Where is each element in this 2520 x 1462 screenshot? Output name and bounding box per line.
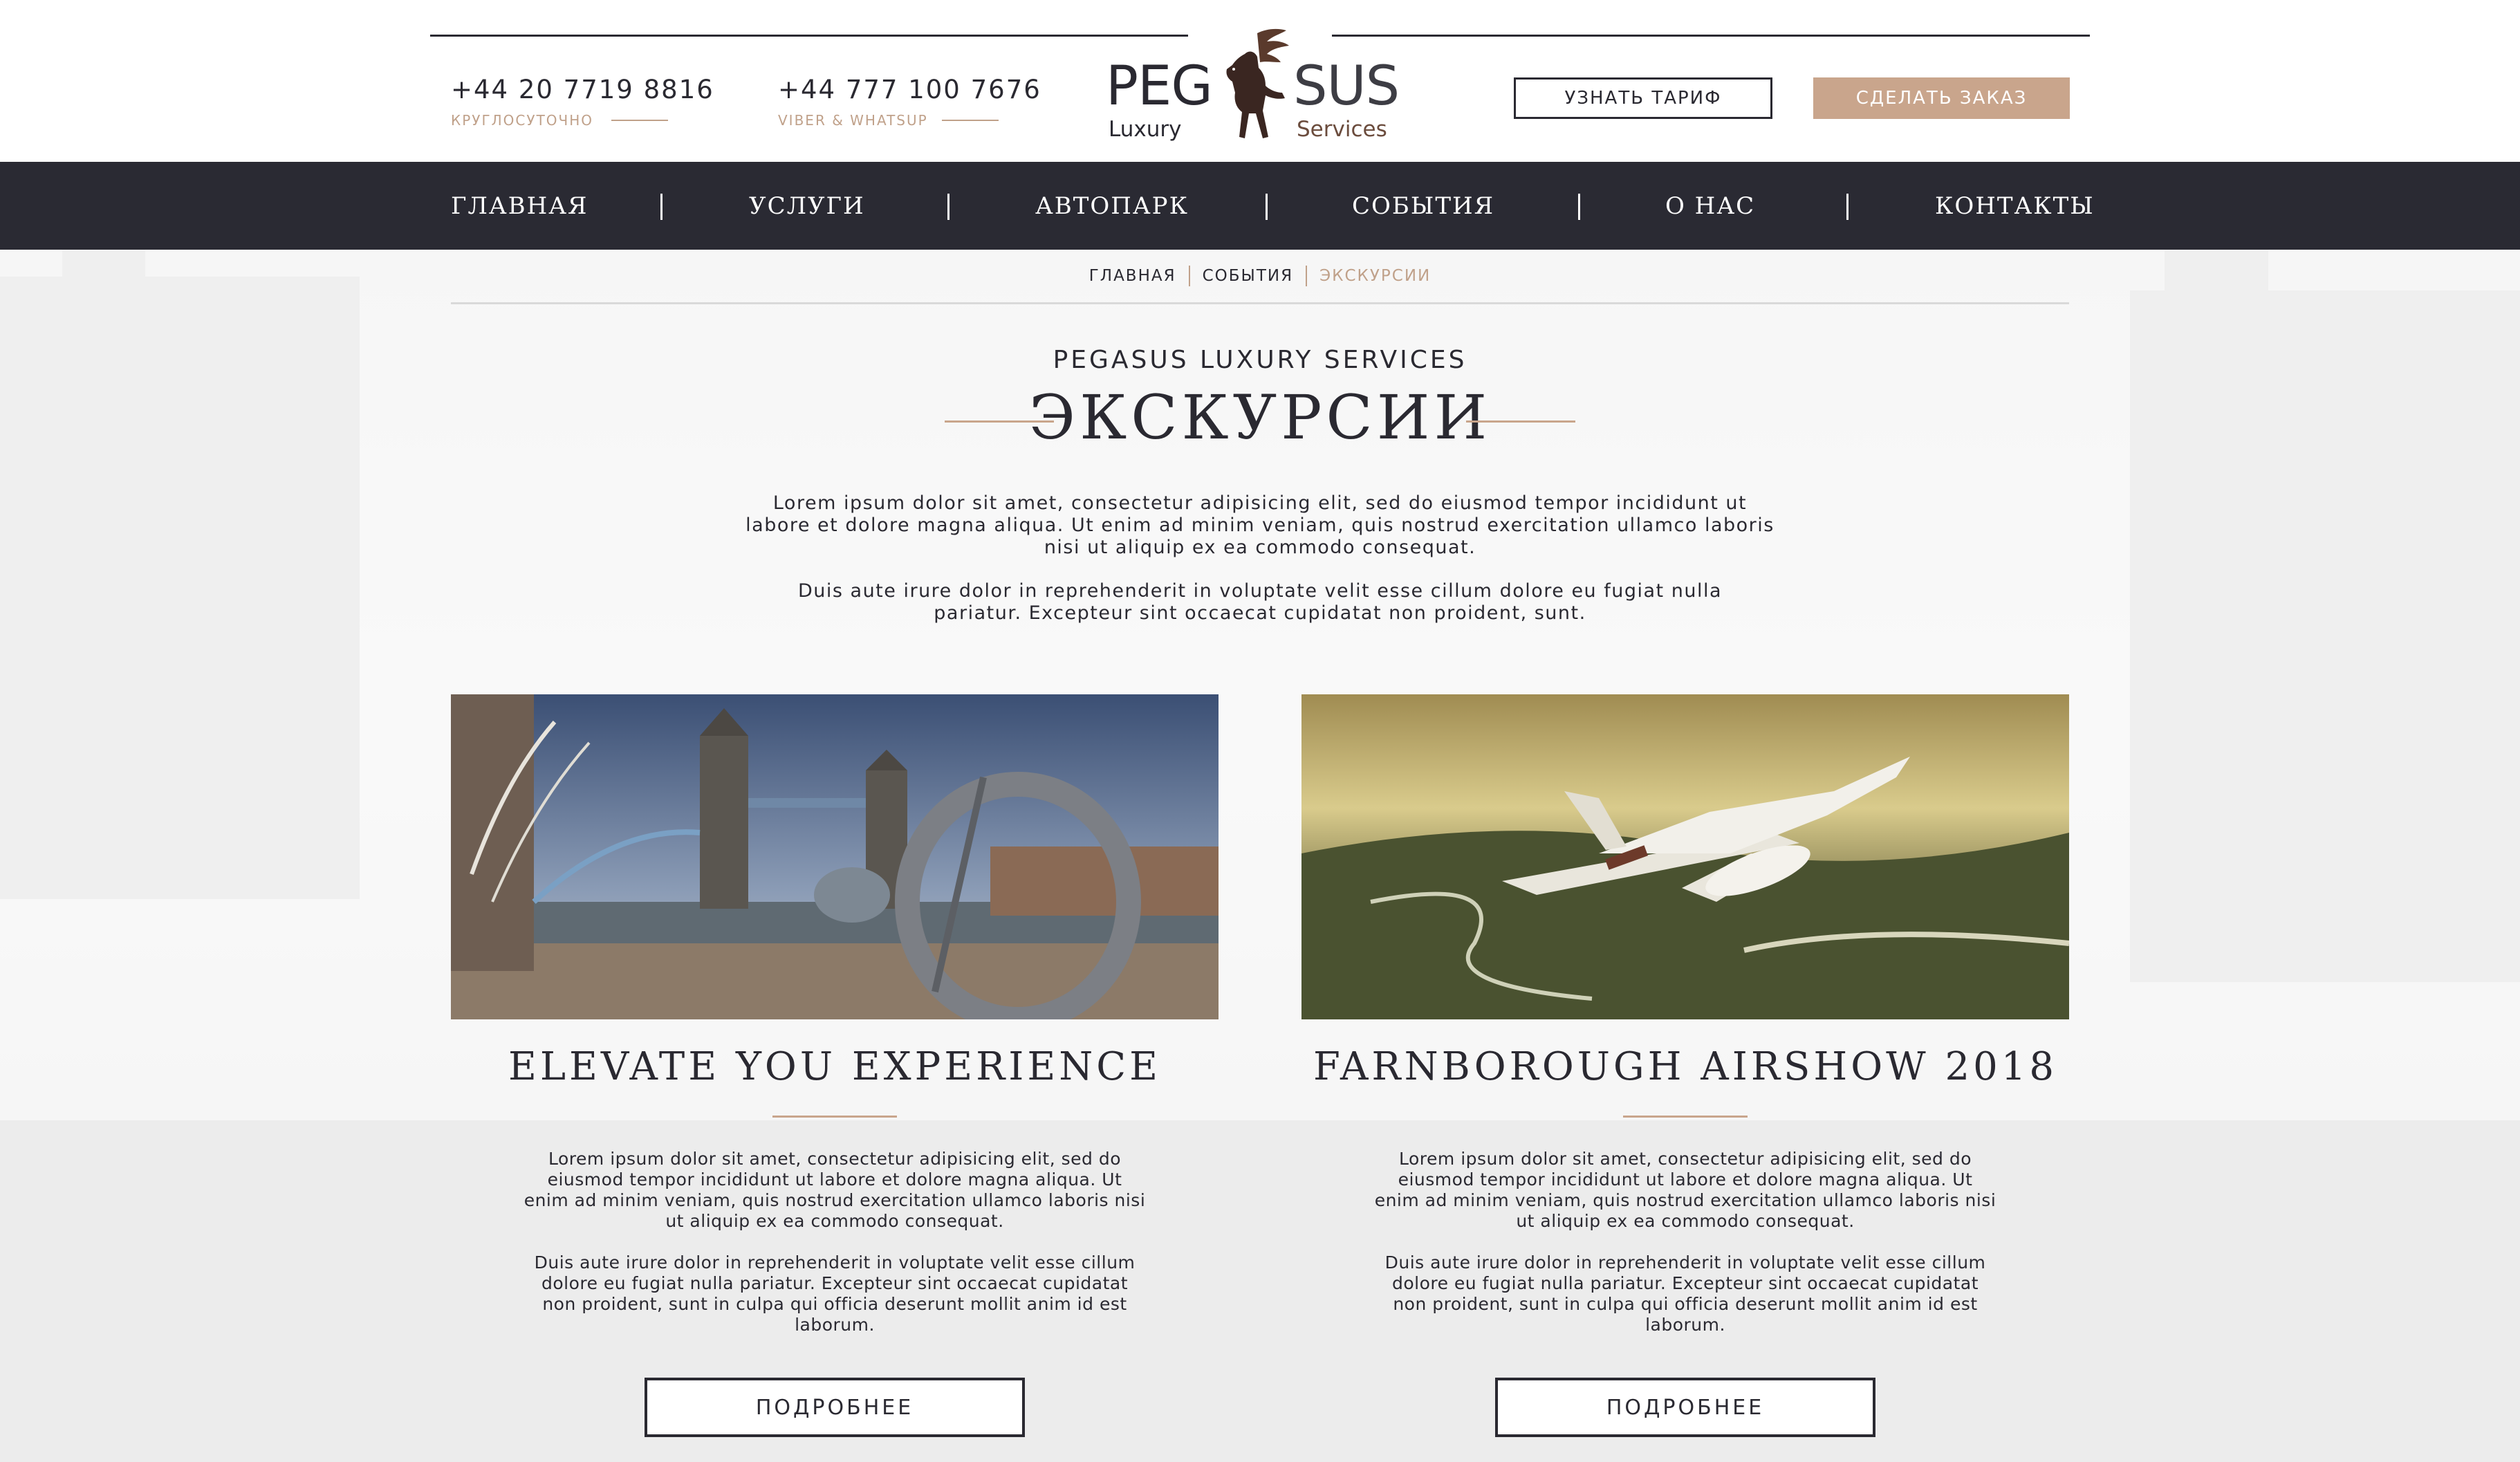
title-rule-left <box>945 420 1054 423</box>
details-button[interactable]: ПОДРОБНЕЕ <box>645 1378 1025 1437</box>
nav-item-events[interactable]: СОБЫТИЯ <box>1352 162 1494 250</box>
nav-divider <box>1266 194 1268 220</box>
phone-number-1[interactable]: +44 20 7719 8816 <box>451 75 714 104</box>
card-text-paragraph-1: Lorem ipsum dolor sit amet, consectetur … <box>524 1149 1146 1231</box>
phone-caption-1: КРУГЛОСУТОЧНО <box>451 112 594 129</box>
breadcrumb-home[interactable]: ГЛАВНАЯ <box>1077 267 1189 285</box>
breadcrumb-events[interactable]: СОБЫТИЯ <box>1190 267 1306 285</box>
top-rule-left <box>430 35 1188 37</box>
title-rule-right <box>1466 420 1575 423</box>
breadcrumb: ГЛАВНАЯ СОБЫТИЯ ЭКСКУРСИИ <box>0 266 2520 286</box>
page-intro-paragraph-2: Duis aute irure dolor in reprehenderit i… <box>797 580 1723 624</box>
card-text-paragraph-2: Duis aute irure dolor in reprehenderit i… <box>534 1252 1136 1335</box>
place-order-button[interactable]: СДЕЛАТЬ ЗАКАЗ <box>1813 77 2070 119</box>
nav-divider <box>660 194 663 220</box>
breadcrumb-rule <box>451 302 2069 304</box>
nav-item-home[interactable]: ГЛАВНАЯ <box>451 162 588 250</box>
phone-number-2[interactable]: +44 777 100 7676 <box>778 75 1041 104</box>
page-intro-paragraph-1: Lorem ipsum dolor sit amet, consectetur … <box>745 492 1775 558</box>
nav-item-services[interactable]: УСЛУГИ <box>749 162 865 250</box>
phone-caption-rule <box>942 120 999 121</box>
airshow-plane-photo[interactable] <box>1301 694 2069 1019</box>
card-title-rule <box>1623 1116 1748 1118</box>
nav-divider <box>1578 194 1580 220</box>
logo-sub-left: Luxury <box>1109 117 1182 142</box>
phone-caption-2: VIBER & WHATSUP <box>778 112 928 129</box>
nav-divider <box>947 194 949 220</box>
card-title: FARNBOROUGH AIRSHOW 2018 <box>1313 1044 2058 1089</box>
page-eyebrow: PEGASUS LUXURY SERVICES <box>1053 346 1467 374</box>
page-title: ЭКСКУРСИИ <box>1028 382 1492 453</box>
phone-caption-rule <box>611 120 668 121</box>
nav-divider <box>1846 194 1849 220</box>
logo-word-right: SUS <box>1293 55 1400 118</box>
pegasus-horse-icon <box>1226 28 1289 138</box>
card-text-paragraph-1: Lorem ipsum dolor sit amet, consectetur … <box>1374 1149 1996 1231</box>
nav-item-contacts[interactable]: КОНТАКТЫ <box>1935 162 2095 250</box>
nav-item-about[interactable]: О НАС <box>1665 162 1755 250</box>
main-nav: ГЛАВНАЯ УСЛУГИ АВТОПАРК СОБЫТИЯ О НАС КО… <box>0 162 2520 250</box>
get-tariff-button[interactable]: УЗНАТЬ ТАРИФ <box>1514 77 1772 119</box>
logo-sub-right: Services <box>1297 117 1387 142</box>
details-button[interactable]: ПОДРОБНЕЕ <box>1495 1378 1875 1437</box>
logo-word-left: PEG <box>1106 55 1213 118</box>
tower-bridge-photo[interactable] <box>451 694 1219 1019</box>
nav-item-fleet[interactable]: АВТОПАРК <box>1035 162 1189 250</box>
card-title-rule <box>772 1116 897 1118</box>
logo[interactable]: PEG SUS Luxury Services <box>1103 26 1407 148</box>
breadcrumb-current: ЭКСКУРСИИ <box>1319 267 1432 285</box>
top-rule-right <box>1332 35 2090 37</box>
card-text-paragraph-2: Duis aute irure dolor in reprehenderit i… <box>1384 1252 1986 1335</box>
card-title: ELEVATE YOU EXPERIENCE <box>508 1044 1162 1089</box>
